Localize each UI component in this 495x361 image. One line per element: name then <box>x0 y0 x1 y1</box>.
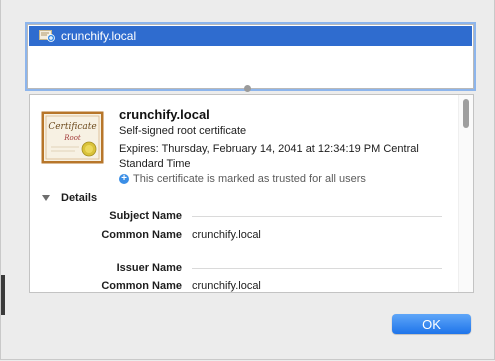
certificate-image-title: Certificate <box>48 122 96 132</box>
trust-status: + This certificate is marked as trusted … <box>119 173 366 185</box>
certificate-expiration: Expires: Thursday, February 14, 2041 at … <box>119 143 419 170</box>
details-scrollbar[interactable] <box>458 95 473 292</box>
certificate-list[interactable]: crunchify.local <box>27 24 474 89</box>
issuer-name-divider <box>192 268 442 269</box>
subject-name-heading: Subject Name <box>109 210 182 222</box>
issuer-name-heading: Issuer Name <box>116 262 182 274</box>
splitter-handle[interactable] <box>244 85 251 92</box>
certificate-image: Certificate Root <box>41 111 104 164</box>
issuer-common-name-value: crunchify.local <box>192 280 261 292</box>
certificate-icon <box>39 30 55 42</box>
certificate-sheet: crunchify.local Certificate Root crunchi… <box>0 0 495 360</box>
certificate-list-item[interactable]: crunchify.local <box>29 26 472 46</box>
disclosure-triangle-icon[interactable] <box>42 195 50 201</box>
certificate-details-panel[interactable]: Certificate Root crunchify.local Self-si… <box>29 94 474 293</box>
certificate-name: crunchify.local <box>119 107 210 122</box>
certificate-image-subtitle: Root <box>63 134 81 142</box>
background-window-edge <box>1 275 5 315</box>
trust-status-text: This certificate is marked as trusted fo… <box>133 173 366 185</box>
details-header-label: Details <box>61 192 98 204</box>
trusted-plus-icon: + <box>119 174 129 184</box>
details-disclosure[interactable]: Details <box>42 192 97 204</box>
subject-common-name-label: Common Name <box>101 229 182 241</box>
issuer-common-name-label: Common Name <box>101 280 182 292</box>
certificate-kind: Self-signed root certificate <box>119 125 247 137</box>
details-scroll-thumb[interactable] <box>463 99 469 128</box>
subject-name-divider <box>192 216 442 217</box>
subject-common-name-value: crunchify.local <box>192 229 261 241</box>
ok-button[interactable]: OK <box>392 314 471 334</box>
certificate-list-item-label: crunchify.local <box>61 29 137 43</box>
